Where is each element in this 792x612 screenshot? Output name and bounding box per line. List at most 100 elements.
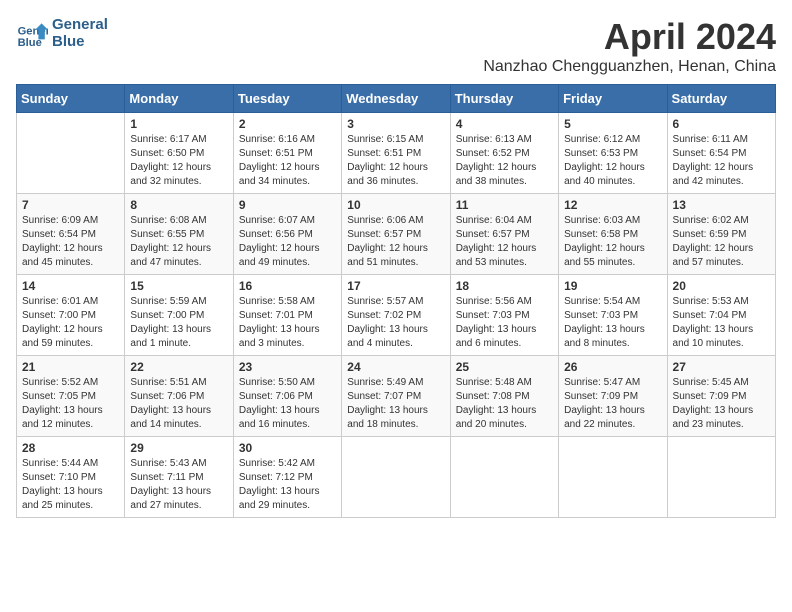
day-info: Sunrise: 6:12 AM Sunset: 6:53 PM Dayligh… (564, 133, 661, 189)
weekday-header: Thursday (450, 85, 558, 113)
weekday-header: Saturday (667, 85, 775, 113)
calendar-cell: 12 Sunrise: 6:03 AM Sunset: 6:58 PM Dayli… (559, 194, 667, 275)
day-number: 18 (456, 279, 553, 293)
day-info: Sunrise: 6:04 AM Sunset: 6:57 PM Dayligh… (456, 214, 553, 270)
day-info: Sunrise: 5:45 AM Sunset: 7:09 PM Dayligh… (673, 376, 770, 432)
weekday-header: Sunday (17, 85, 125, 113)
calendar-cell: 24 Sunrise: 5:49 AM Sunset: 7:07 PM Dayli… (342, 356, 450, 437)
day-info: Sunrise: 5:48 AM Sunset: 7:08 PM Dayligh… (456, 376, 553, 432)
day-number: 7 (22, 198, 119, 212)
calendar-cell (450, 437, 558, 518)
day-number: 22 (130, 360, 227, 374)
calendar-cell (667, 437, 775, 518)
svg-text:Blue: Blue (18, 37, 42, 49)
day-info: Sunrise: 6:17 AM Sunset: 6:50 PM Dayligh… (130, 133, 227, 189)
day-number: 26 (564, 360, 661, 374)
month-title: April 2024 (483, 16, 776, 58)
calendar-cell: 15Sunrise: 5:59 AM Sunset: 7:00 PM Dayli… (125, 275, 233, 356)
calendar-cell (559, 437, 667, 518)
calendar-cell: 8Sunrise: 6:08 AM Sunset: 6:55 PM Daylig… (125, 194, 233, 275)
day-number: 9 (239, 198, 336, 212)
day-info: Sunrise: 5:57 AM Sunset: 7:02 PM Dayligh… (347, 295, 444, 351)
day-number: 13 (673, 198, 770, 212)
day-number: 6 (673, 117, 770, 131)
page-header: General Blue General Blue April 2024 Nan… (16, 16, 776, 76)
calendar-week-row: 14 Sunrise: 6:01 AM Sunset: 7:00 PM Dayli… (17, 275, 776, 356)
calendar-cell: 13 Sunrise: 6:02 AM Sunset: 6:59 PM Dayli… (667, 194, 775, 275)
calendar-cell: 27 Sunrise: 5:45 AM Sunset: 7:09 PM Dayli… (667, 356, 775, 437)
calendar-cell: 2 Sunrise: 6:16 AM Sunset: 6:51 PM Daylig… (233, 113, 341, 194)
day-info: Sunrise: 6:06 AM Sunset: 6:57 PM Dayligh… (347, 214, 444, 270)
calendar-cell: 19Sunrise: 5:54 AM Sunset: 7:03 PM Dayli… (559, 275, 667, 356)
day-number: 25 (456, 360, 553, 374)
day-number: 16 (239, 279, 336, 293)
weekday-header: Tuesday (233, 85, 341, 113)
day-info: Sunrise: 5:53 AM Sunset: 7:04 PM Dayligh… (673, 295, 770, 351)
day-info: Sunrise: 6:08 AM Sunset: 6:55 PM Dayligh… (130, 214, 227, 270)
day-info: Sunrise: 6:16 AM Sunset: 6:51 PM Dayligh… (239, 133, 336, 189)
day-info: Sunrise: 6:02 AM Sunset: 6:59 PM Dayligh… (673, 214, 770, 270)
calendar-week-row: 28 Sunrise: 5:44 AM Sunset: 7:10 PM Dayli… (17, 437, 776, 518)
calendar-cell: 11 Sunrise: 6:04 AM Sunset: 6:57 PM Dayli… (450, 194, 558, 275)
calendar-cell: 6 Sunrise: 6:11 AM Sunset: 6:54 PM Daylig… (667, 113, 775, 194)
day-number: 14 (22, 279, 119, 293)
day-number: 20 (673, 279, 770, 293)
calendar-cell: 20 Sunrise: 5:53 AM Sunset: 7:04 PM Dayli… (667, 275, 775, 356)
day-info: Sunrise: 5:43 AM Sunset: 7:11 PM Dayligh… (130, 457, 227, 513)
day-info: Sunrise: 5:54 AM Sunset: 7:03 PM Dayligh… (564, 295, 661, 351)
calendar-cell: 5 Sunrise: 6:12 AM Sunset: 6:53 PM Daylig… (559, 113, 667, 194)
weekday-header: Wednesday (342, 85, 450, 113)
day-number: 21 (22, 360, 119, 374)
calendar-cell: 3 Sunrise: 6:15 AM Sunset: 6:51 PM Daylig… (342, 113, 450, 194)
calendar-week-row: 7 Sunrise: 6:09 AM Sunset: 6:54 PM Daylig… (17, 194, 776, 275)
day-number: 29 (130, 441, 227, 455)
calendar-cell: 17Sunrise: 5:57 AM Sunset: 7:02 PM Dayli… (342, 275, 450, 356)
day-number: 2 (239, 117, 336, 131)
day-info: Sunrise: 5:59 AM Sunset: 7:00 PM Dayligh… (130, 295, 227, 351)
logo: General Blue General Blue (16, 16, 108, 50)
day-number: 28 (22, 441, 119, 455)
calendar-cell (342, 437, 450, 518)
day-info: Sunrise: 5:52 AM Sunset: 7:05 PM Dayligh… (22, 376, 119, 432)
day-number: 5 (564, 117, 661, 131)
day-info: Sunrise: 5:58 AM Sunset: 7:01 PM Dayligh… (239, 295, 336, 351)
day-info: Sunrise: 5:51 AM Sunset: 7:06 PM Dayligh… (130, 376, 227, 432)
calendar-cell: 26 Sunrise: 5:47 AM Sunset: 7:09 PM Dayli… (559, 356, 667, 437)
day-number: 24 (347, 360, 444, 374)
calendar-week-row: 1 Sunrise: 6:17 AM Sunset: 6:50 PM Daylig… (17, 113, 776, 194)
weekday-header: Friday (559, 85, 667, 113)
day-info: Sunrise: 6:01 AM Sunset: 7:00 PM Dayligh… (22, 295, 119, 351)
day-info: Sunrise: 5:56 AM Sunset: 7:03 PM Dayligh… (456, 295, 553, 351)
calendar-cell: 28 Sunrise: 5:44 AM Sunset: 7:10 PM Dayli… (17, 437, 125, 518)
calendar-cell: 23Sunrise: 5:50 AM Sunset: 7:06 PM Dayli… (233, 356, 341, 437)
calendar-week-row: 21 Sunrise: 5:52 AM Sunset: 7:05 PM Dayli… (17, 356, 776, 437)
day-info: Sunrise: 5:47 AM Sunset: 7:09 PM Dayligh… (564, 376, 661, 432)
day-info: Sunrise: 5:49 AM Sunset: 7:07 PM Dayligh… (347, 376, 444, 432)
calendar-cell: 22 Sunrise: 5:51 AM Sunset: 7:06 PM Dayli… (125, 356, 233, 437)
calendar-cell: 4Sunrise: 6:13 AM Sunset: 6:52 PM Daylig… (450, 113, 558, 194)
day-number: 3 (347, 117, 444, 131)
day-number: 11 (456, 198, 553, 212)
calendar-cell: 7 Sunrise: 6:09 AM Sunset: 6:54 PM Daylig… (17, 194, 125, 275)
day-info: Sunrise: 6:07 AM Sunset: 6:56 PM Dayligh… (239, 214, 336, 270)
day-info: Sunrise: 6:15 AM Sunset: 6:51 PM Dayligh… (347, 133, 444, 189)
day-info: Sunrise: 6:09 AM Sunset: 6:54 PM Dayligh… (22, 214, 119, 270)
calendar-cell: 18 Sunrise: 5:56 AM Sunset: 7:03 PM Dayli… (450, 275, 558, 356)
day-number: 12 (564, 198, 661, 212)
day-number: 27 (673, 360, 770, 374)
calendar-table: SundayMondayTuesdayWednesdayThursdayFrid… (16, 84, 776, 518)
day-info: Sunrise: 5:44 AM Sunset: 7:10 PM Dayligh… (22, 457, 119, 513)
title-block: April 2024 Nanzhao Chengguanzhen, Henan,… (483, 16, 776, 76)
calendar-cell: 29 Sunrise: 5:43 AM Sunset: 7:11 PM Dayli… (125, 437, 233, 518)
calendar-cell: 16 Sunrise: 5:58 AM Sunset: 7:01 PM Dayli… (233, 275, 341, 356)
day-info: Sunrise: 6:11 AM Sunset: 6:54 PM Dayligh… (673, 133, 770, 189)
weekday-header: Monday (125, 85, 233, 113)
location-title: Nanzhao Chengguanzhen, Henan, China (483, 58, 776, 76)
day-number: 1 (130, 117, 227, 131)
calendar-cell: 9 Sunrise: 6:07 AM Sunset: 6:56 PM Daylig… (233, 194, 341, 275)
day-number: 23 (239, 360, 336, 374)
logo-icon: General Blue (16, 17, 48, 49)
calendar-cell: 14 Sunrise: 6:01 AM Sunset: 7:00 PM Dayli… (17, 275, 125, 356)
day-info: Sunrise: 6:03 AM Sunset: 6:58 PM Dayligh… (564, 214, 661, 270)
logo-line2: Blue (52, 33, 108, 50)
